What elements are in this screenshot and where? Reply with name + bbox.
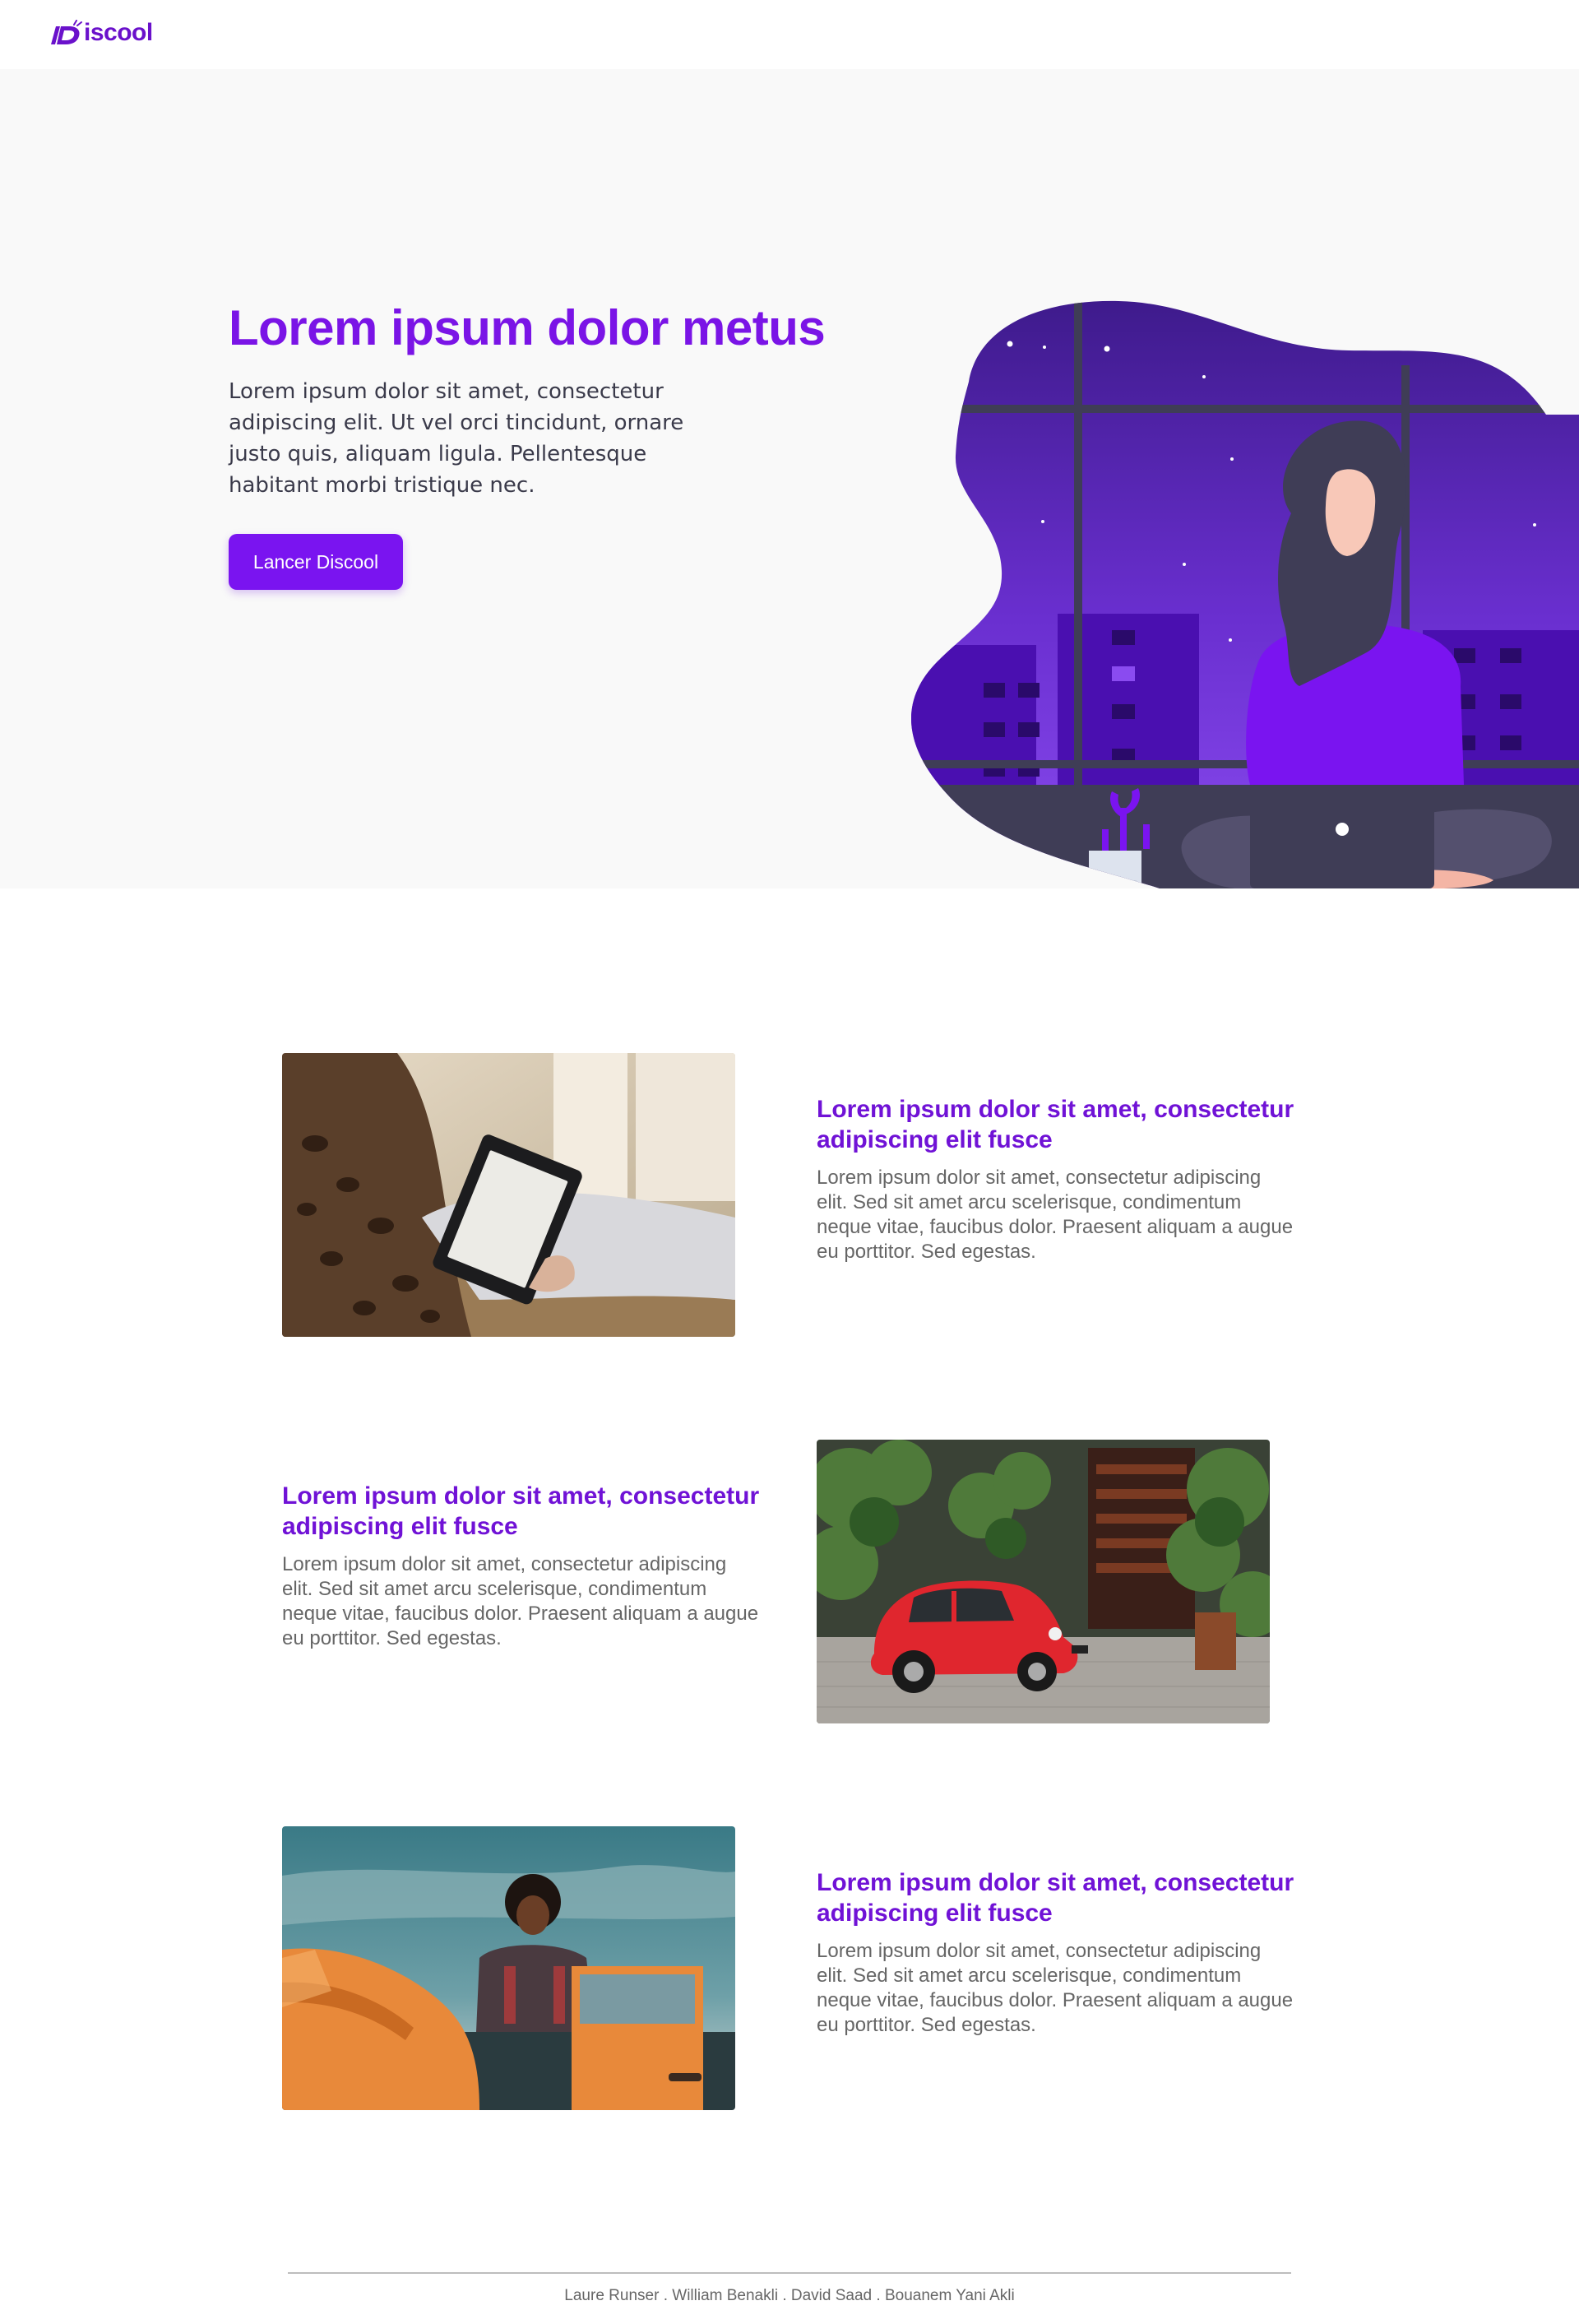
feature-row-1: Lorem ipsum dolor sit amet, consectetur … [0, 888, 1579, 1337]
feature-image-3 [282, 1826, 735, 2110]
footer-credits: Laure Runser . William Benakli . David S… [564, 2287, 1015, 2304]
footer-divider [288, 2272, 1291, 2274]
feature-text-2: Lorem ipsum dolor sit amet, consectetur … [282, 1553, 759, 1649]
logo-icon [51, 20, 82, 44]
hero-title: Lorem ipsum dolor metus [229, 300, 826, 355]
launch-discool-button[interactable]: Lancer Discool [229, 534, 403, 590]
feature-title-1: Lorem ipsum dolor sit amet, consectetur … [817, 1096, 1294, 1153]
navbar: iscool [0, 0, 1579, 69]
feature-title-3: Lorem ipsum dolor sit amet, consectetur … [817, 1869, 1294, 1927]
feature-text-1: Lorem ipsum dolor sit amet, consectetur … [817, 1167, 1294, 1263]
feature-row-3: Lorem ipsum dolor sit amet, consectetur … [0, 1662, 1579, 2110]
hero-section: Lorem ipsum dolor metus Lorem ipsum dolo… [0, 69, 1579, 888]
man-orange-car-image-icon [282, 1826, 735, 2110]
logo[interactable]: iscool [49, 20, 153, 46]
feature-row-2: Lorem ipsum dolor sit amet, consectetur … [0, 1275, 1579, 1723]
feature-title-2: Lorem ipsum dolor sit amet, consectetur … [282, 1482, 760, 1540]
logo-text: iscool [84, 19, 153, 46]
feature-text-3: Lorem ipsum dolor sit amet, consectetur … [817, 1940, 1294, 2036]
hero-text: Lorem ipsum dolor sit amet, consectetur … [229, 379, 684, 498]
hero-illustration [910, 300, 1579, 888]
